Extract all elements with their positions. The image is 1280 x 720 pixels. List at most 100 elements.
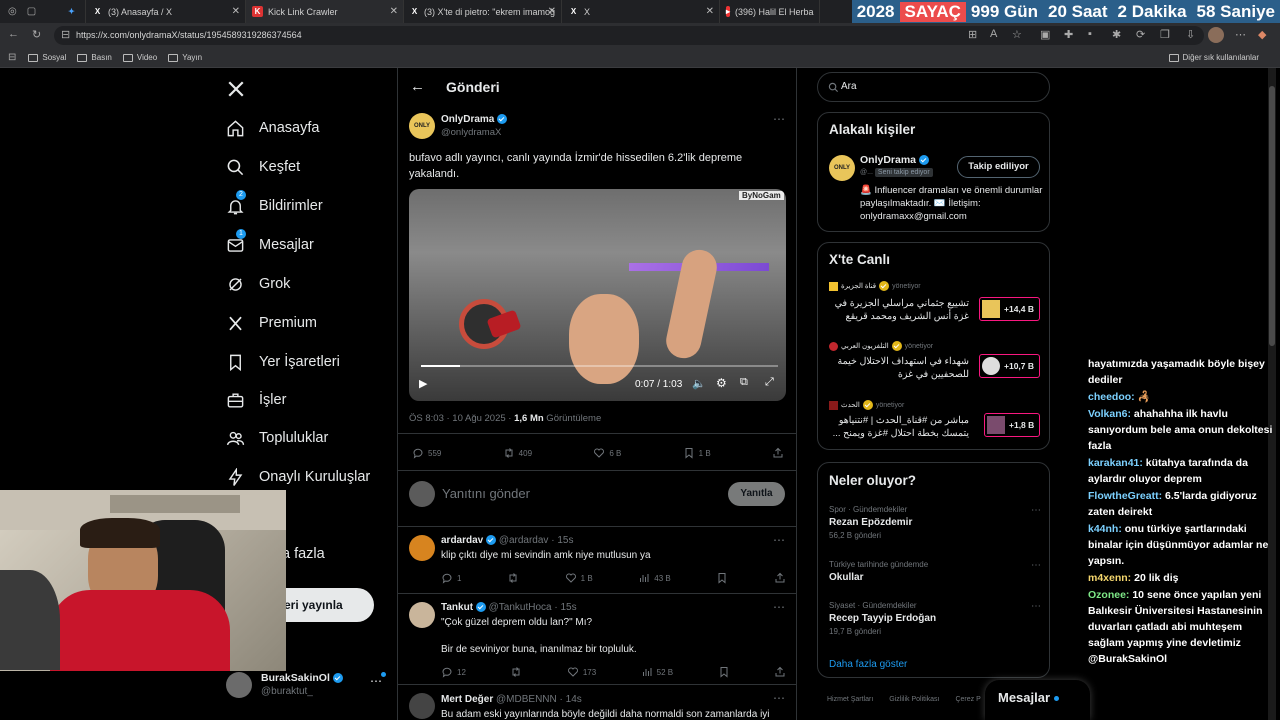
more-options-icon[interactable]: ⋯ <box>773 691 785 705</box>
reply-author[interactable]: ardardav <box>441 535 483 546</box>
nav-item-jobs[interactable]: İşler <box>226 388 286 412</box>
extension-icon[interactable]: ✚ <box>1064 28 1073 41</box>
author-handle[interactable]: @onlydramaX <box>441 127 501 138</box>
reply-item[interactable]: Mert Değer @MDBENNN · 14s ⋯ Bu adam eski… <box>398 685 796 720</box>
nav-item-messages[interactable]: 1 Mesajlar <box>226 229 314 257</box>
reply-item[interactable]: Tankut @TankutHoca · 15s ⋯ "Çok güzel de… <box>398 594 796 685</box>
footer-link-terms[interactable]: Hizmet Şartları <box>827 696 873 703</box>
reply-author[interactable]: Mert Değer <box>441 694 493 705</box>
profile-icon[interactable]: ◎ <box>8 6 17 17</box>
translate-icon[interactable]: ⊞ <box>968 28 977 41</box>
bookmark-import-icon[interactable]: ⊟ <box>8 52 16 63</box>
share-button[interactable] <box>772 447 784 459</box>
views-button[interactable]: 43 B <box>638 572 671 584</box>
avatar[interactable] <box>409 535 435 561</box>
back-arrow-icon[interactable]: ← <box>410 78 425 95</box>
downloads-icon[interactable]: ⇩ <box>1186 28 1195 41</box>
tab-x-post[interactable]: X (3) X'te di pietro: "ekrem imamoğ ✕ <box>404 0 562 23</box>
trend-item[interactable]: Siyaset · Gündemdekiler Recep Tayyip Erd… <box>829 601 1044 641</box>
bookmark-folder-basin[interactable]: Basın <box>77 53 112 62</box>
close-icon[interactable]: ✕ <box>390 6 398 17</box>
avatar[interactable] <box>409 693 435 719</box>
bookmark-button[interactable]: 1 B <box>683 447 711 459</box>
like-button[interactable]: 6 B <box>593 447 621 459</box>
retweet-button[interactable] <box>507 572 519 584</box>
nav-item-explore[interactable]: Keşfet <box>226 155 300 179</box>
live-item[interactable]: قناة الجزيرة yönetiyor تشييع جثماني مراس… <box>829 281 1044 331</box>
profile-avatar[interactable] <box>1208 27 1224 43</box>
retweet-button[interactable] <box>510 666 522 678</box>
following-button[interactable]: Takip ediliyor <box>957 156 1040 178</box>
search-input[interactable]: Ara <box>817 72 1050 102</box>
reply-author[interactable]: Tankut <box>441 602 473 613</box>
footer-link-privacy[interactable]: Gizlilik Politikası <box>889 696 939 703</box>
show-more-link[interactable]: Daha fazla göster <box>829 659 907 670</box>
trend-item[interactable]: Spor · Gündemdekiler Rezan Epözdemir 56,… <box>829 505 1044 545</box>
volume-icon[interactable]: 🔈 <box>692 377 706 390</box>
read-aloud-icon[interactable]: A <box>990 28 997 40</box>
more-options-icon[interactable]: ⋯ <box>773 112 785 126</box>
video-progress-track[interactable] <box>421 365 778 367</box>
sync-icon[interactable]: ⟳ <box>1136 28 1145 41</box>
play-icon[interactable]: ▶ <box>419 377 427 390</box>
extension-icon[interactable]: ▣ <box>1040 28 1050 41</box>
bookmark-folder-yayin[interactable]: Yayın <box>168 53 202 62</box>
more-options-icon[interactable]: ⋯ <box>773 533 785 547</box>
extension-icon[interactable]: ▪ <box>1088 28 1092 40</box>
other-bookmarks[interactable]: Diğer sık kullanılanlar <box>1168 53 1259 62</box>
reply-item[interactable]: ardardav @ardardav · 15s ⋯ klip çıktı di… <box>398 527 796 594</box>
picture-in-picture-icon[interactable]: ⧉ <box>740 376 748 389</box>
tab-kick[interactable]: K Kick Link Crawler ✕ <box>246 0 404 23</box>
trend-item[interactable]: Türkiye tarihinde gündemde Okullar ⋯ <box>829 560 1044 590</box>
live-item[interactable]: الحدث yönetiyor مباشر من #قناة_الحدث | #… <box>829 400 1044 450</box>
nav-item-home[interactable]: Anasayfa <box>226 116 319 140</box>
close-icon[interactable]: ✕ <box>548 6 556 17</box>
reply-button[interactable]: 559 <box>412 447 441 459</box>
avatar[interactable] <box>409 602 435 628</box>
back-icon[interactable]: ← <box>8 28 19 40</box>
nav-item-notifications[interactable]: 2 Bildirimler <box>226 190 323 218</box>
more-options-icon[interactable]: ⋯ <box>1031 560 1041 571</box>
messages-drawer[interactable]: Mesajlar <box>985 680 1090 720</box>
tab-anasayfa[interactable]: X (3) Anasayfa / X ✕ <box>86 0 246 23</box>
tweet-video[interactable]: ByNoGam ▶ 0:07 / 1:03 🔈 ⚙ ⧉ ⤢ <box>409 189 786 401</box>
live-item[interactable]: التلفزيون العربي yönetiyor شهداء في استه… <box>829 341 1044 391</box>
fullscreen-icon[interactable]: ⤢ <box>765 376 774 389</box>
tab-x[interactable]: X X ✕ <box>562 0 720 23</box>
x-logo-icon[interactable] <box>227 80 245 98</box>
avatar[interactable]: ONLY <box>829 155 855 181</box>
footer-link-cookies[interactable]: Çerez P <box>955 696 980 703</box>
account-switcher[interactable]: BurakSakinOl @buraktut_ ⋯ <box>226 670 396 706</box>
reply-submit-button[interactable]: Yanıtla <box>728 482 785 506</box>
close-icon[interactable]: ✕ <box>706 6 714 17</box>
more-options-icon[interactable]: ⋯ <box>773 600 785 614</box>
url-field[interactable]: ⊟ https://x.com/onlydramaX/status/195458… <box>54 26 1204 45</box>
bookmark-button[interactable] <box>718 666 730 678</box>
nav-item-premium[interactable]: Premium <box>226 311 317 335</box>
reply-button[interactable]: 12 <box>441 666 466 678</box>
more-options-icon[interactable]: ⋯ <box>1031 505 1041 516</box>
more-options-icon[interactable]: ⋯ <box>1031 601 1041 612</box>
collections-icon[interactable]: ❐ <box>1160 28 1170 41</box>
author-avatar[interactable]: ONLY <box>409 113 435 139</box>
views-button[interactable]: 52 B <box>641 666 673 678</box>
bookmark-folder-sosyal[interactable]: Sosyal <box>28 53 66 62</box>
tab-strip-icon[interactable]: ▢ <box>27 6 36 17</box>
like-button[interactable]: 173 <box>567 666 596 678</box>
scrollbar-thumb[interactable] <box>1269 86 1275 346</box>
like-button[interactable]: 1 B <box>565 572 593 584</box>
extension-icon[interactable]: ✱ <box>1112 28 1121 41</box>
site-info-icon[interactable]: ⊟ <box>61 26 70 45</box>
bookmark-folder-video[interactable]: Video <box>122 53 157 62</box>
nav-item-bookmarks[interactable]: Yer İşaretleri <box>226 350 340 374</box>
retweet-button[interactable]: 409 <box>503 447 532 459</box>
reply-button[interactable]: 1 <box>441 572 461 584</box>
reply-input[interactable]: Yanıtını gönder <box>442 486 530 501</box>
nav-item-grok[interactable]: Grok <box>226 272 290 296</box>
settings-gear-icon[interactable]: ⚙ <box>716 376 727 390</box>
more-options-icon[interactable]: ⋯ <box>370 674 382 688</box>
tab-youtube[interactable]: ▸ (396) Halil El Herba <box>720 0 820 23</box>
close-icon[interactable]: ✕ <box>232 6 240 17</box>
share-button[interactable] <box>774 666 786 678</box>
author-name-row[interactable]: OnlyDrama <box>441 114 508 125</box>
